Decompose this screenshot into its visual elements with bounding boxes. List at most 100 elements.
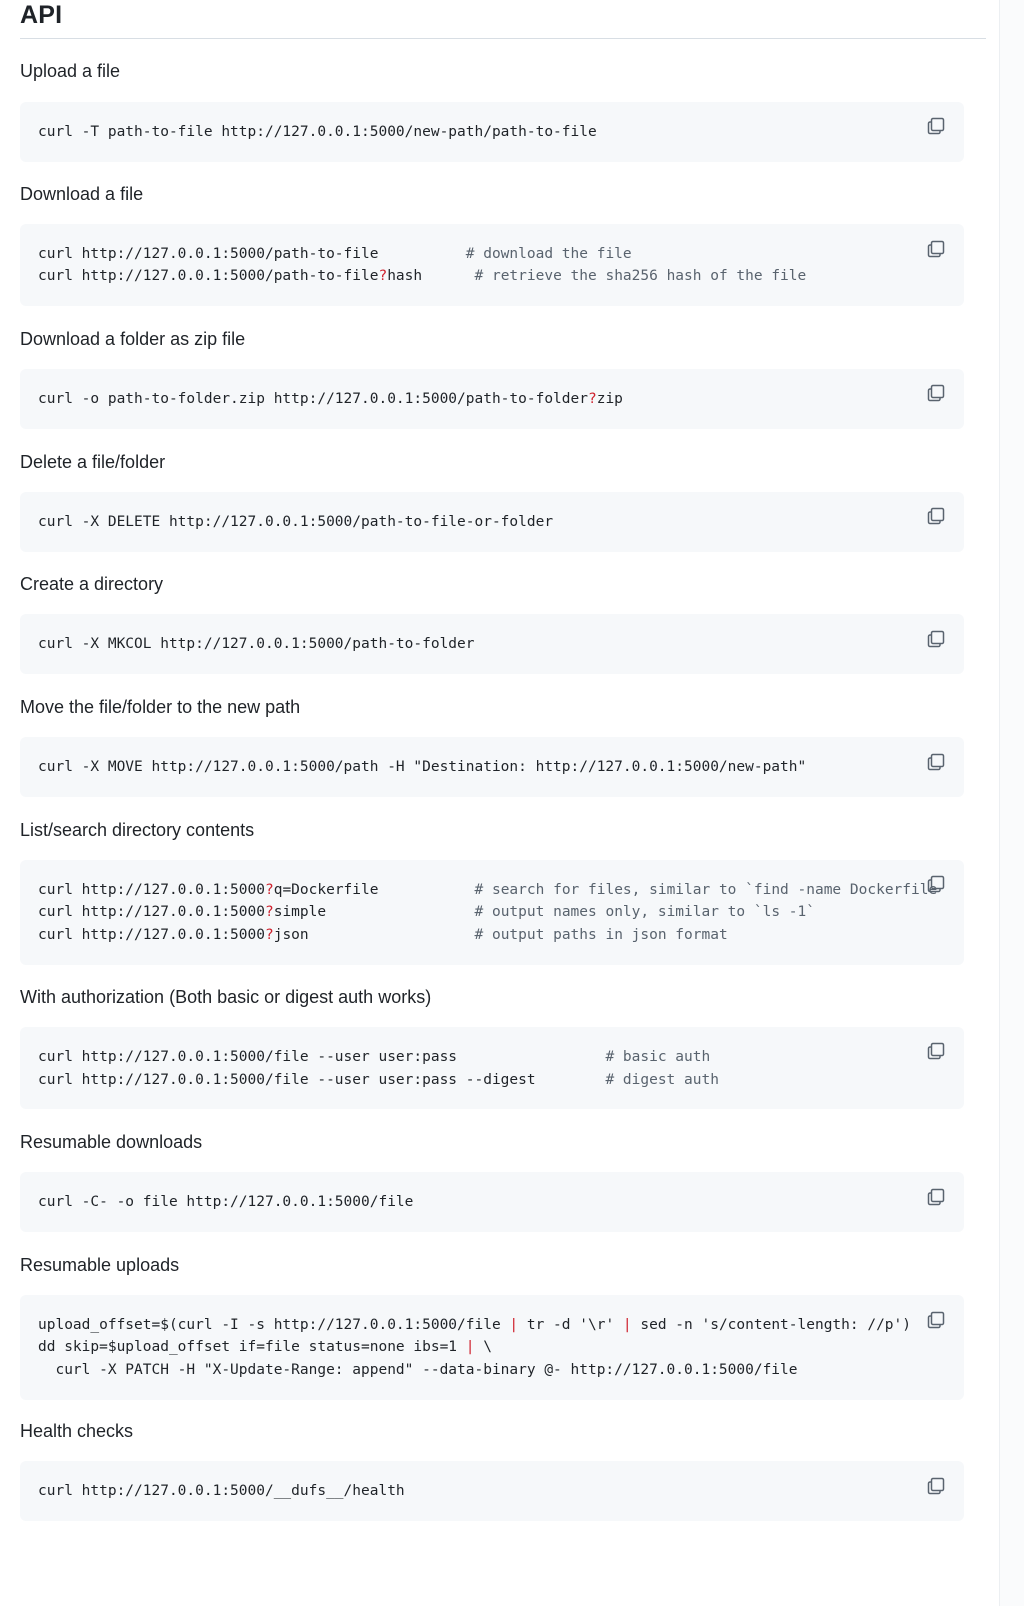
code-text: sed -n 's/content-length: //p')	[631, 1317, 911, 1333]
code-line: curl http://127.0.0.1:5000?json # output…	[38, 926, 728, 944]
section-title: Delete a file/folder	[20, 452, 166, 472]
code-text: curl -X DELETE http://127.0.0.1:5000/pat…	[38, 514, 554, 530]
code-block[interactable]: curl http://127.0.0.1:5000/file --user u…	[20, 1027, 964, 1109]
page-title: API	[20, 0, 986, 39]
copy-button[interactable]	[926, 116, 946, 136]
code-operator: |	[622, 1317, 632, 1333]
code-block[interactable]: curl -X MKCOL http://127.0.0.1:5000/path…	[20, 614, 964, 674]
section-title: Upload a file	[20, 61, 121, 81]
code-block[interactable]: upload_offset=$(curl -I -s http://127.0.…	[20, 1295, 964, 1400]
copy-button[interactable]	[926, 239, 946, 259]
code-line: curl http://127.0.0.1:5000/__dufs__/heal…	[38, 1482, 405, 1500]
code-line: upload_offset=$(curl -I -s http://127.0.…	[38, 1316, 911, 1334]
code-text: curl http://127.0.0.1:5000/file --user u…	[38, 1049, 606, 1065]
code-text: hash	[387, 268, 475, 284]
code-block[interactable]: curl http://127.0.0.1:5000?q=Dockerfile …	[20, 860, 964, 965]
code-block[interactable]: curl http://127.0.0.1:5000/__dufs__/heal…	[20, 1461, 964, 1521]
section-title: Download a folder as zip file	[20, 329, 246, 349]
code-text: json	[273, 927, 475, 943]
copy-button[interactable]	[926, 1476, 946, 1496]
code-block[interactable]: curl -o path-to-folder.zip http://127.0.…	[20, 369, 964, 429]
code-line: curl -o path-to-folder.zip http://127.0.…	[38, 390, 623, 408]
readme-api-section: API Upload a file curl -T path-to-file ht…	[20, 0, 986, 1521]
copy-button[interactable]	[926, 1041, 946, 1061]
code-operator: ?	[378, 268, 388, 284]
code-line: curl -X MOVE http://127.0.0.1:5000/path …	[38, 758, 806, 776]
code-block[interactable]: curl -X MOVE http://127.0.0.1:5000/path …	[20, 737, 964, 797]
copy-icon	[927, 1477, 945, 1495]
section-title: Download a file	[20, 184, 144, 204]
code-line: curl http://127.0.0.1:5000?q=Dockerfile …	[38, 881, 937, 899]
code-line: curl http://127.0.0.1:5000/path-to-file?…	[38, 267, 806, 285]
code-operator: ?	[264, 882, 274, 898]
copy-button[interactable]	[926, 1187, 946, 1207]
code-comment: # digest auth	[605, 1072, 719, 1088]
section-title: With authorization (Both basic or digest…	[20, 987, 432, 1007]
copy-icon	[927, 630, 945, 648]
copy-icon	[927, 1188, 945, 1206]
copy-icon	[927, 875, 945, 893]
code-text: curl -X MOVE http://127.0.0.1:5000/path …	[38, 759, 807, 775]
code-block[interactable]: curl -C- -o file http://127.0.0.1:5000/f…	[20, 1172, 964, 1232]
copy-icon	[927, 384, 945, 402]
code-text: \	[474, 1339, 492, 1355]
copy-icon	[927, 507, 945, 525]
code-text: curl -T path-to-file http://127.0.0.1:50…	[38, 124, 597, 140]
copy-icon	[927, 240, 945, 258]
copy-icon	[927, 1311, 945, 1329]
code-line: curl http://127.0.0.1:5000?simple # outp…	[38, 903, 815, 921]
code-text: curl http://127.0.0.1:5000	[38, 882, 265, 898]
code-comment: # output names only, similar to `ls -1`	[474, 904, 815, 920]
copy-button[interactable]	[926, 506, 946, 526]
section-title: Resumable downloads	[20, 1132, 203, 1152]
code-line: curl -X DELETE http://127.0.0.1:5000/pat…	[38, 513, 553, 531]
copy-button[interactable]	[926, 1310, 946, 1330]
code-line: curl -X PATCH -H "X-Update-Range: append…	[38, 1361, 798, 1379]
copy-button[interactable]	[926, 874, 946, 894]
copy-icon	[927, 117, 945, 135]
code-line: curl -C- -o file http://127.0.0.1:5000/f…	[38, 1193, 413, 1211]
section-title: List/search directory contents	[20, 820, 255, 840]
code-operator: |	[465, 1339, 475, 1355]
code-text: simple	[273, 904, 475, 920]
code-block[interactable]: curl -T path-to-file http://127.0.0.1:50…	[20, 102, 964, 162]
copy-button[interactable]	[926, 629, 946, 649]
code-text: curl -o path-to-folder.zip http://127.0.…	[38, 391, 588, 407]
code-text: curl http://127.0.0.1:5000	[38, 904, 265, 920]
code-line: curl http://127.0.0.1:5000/file --user u…	[38, 1048, 710, 1066]
code-line: curl -X MKCOL http://127.0.0.1:5000/path…	[38, 635, 475, 653]
code-text: curl http://127.0.0.1:5000/path-to-file	[38, 268, 379, 284]
code-line: curl -T path-to-file http://127.0.0.1:50…	[38, 123, 597, 141]
copy-button[interactable]	[926, 752, 946, 772]
code-text: dd skip=$upload_offset if=file status=no…	[38, 1339, 466, 1355]
copy-button[interactable]	[926, 383, 946, 403]
page-scrollbar[interactable]	[999, 0, 1024, 1606]
code-text: tr -d '\r'	[518, 1317, 623, 1333]
code-text: curl -C- -o file http://127.0.0.1:5000/f…	[38, 1194, 414, 1210]
code-text: upload_offset=$(curl -I -s http://127.0.…	[38, 1317, 510, 1333]
code-text: curl http://127.0.0.1:5000/path-to-file	[38, 246, 466, 262]
code-operator: |	[509, 1317, 519, 1333]
code-block[interactable]: curl -X DELETE http://127.0.0.1:5000/pat…	[20, 492, 964, 552]
section-title: Resumable uploads	[20, 1255, 180, 1275]
code-text: zip	[596, 391, 623, 407]
code-text: curl http://127.0.0.1:5000/file --user u…	[38, 1072, 606, 1088]
code-text: curl http://127.0.0.1:5000/__dufs__/heal…	[38, 1483, 405, 1499]
code-comment: # download the file	[465, 246, 632, 262]
code-line: curl http://127.0.0.1:5000/path-to-file …	[38, 245, 632, 263]
code-block[interactable]: curl http://127.0.0.1:5000/path-to-file …	[20, 224, 964, 306]
copy-icon	[927, 1042, 945, 1060]
code-operator: ?	[264, 927, 274, 943]
code-line: curl http://127.0.0.1:5000/file --user u…	[38, 1071, 719, 1089]
code-text: curl http://127.0.0.1:5000	[38, 927, 265, 943]
code-operator: ?	[264, 904, 274, 920]
code-comment: # search for files, similar to `find -na…	[474, 882, 938, 898]
copy-icon	[927, 753, 945, 771]
code-comment: # basic auth	[605, 1049, 711, 1065]
code-operator: ?	[587, 391, 597, 407]
code-comment: # retrieve the sha256 hash of the file	[474, 268, 807, 284]
code-text: curl -X MKCOL http://127.0.0.1:5000/path…	[38, 636, 475, 652]
section-title: Create a directory	[20, 574, 164, 594]
section-title: Health checks	[20, 1421, 134, 1441]
code-text: curl -X PATCH -H "X-Update-Range: append…	[38, 1362, 798, 1378]
